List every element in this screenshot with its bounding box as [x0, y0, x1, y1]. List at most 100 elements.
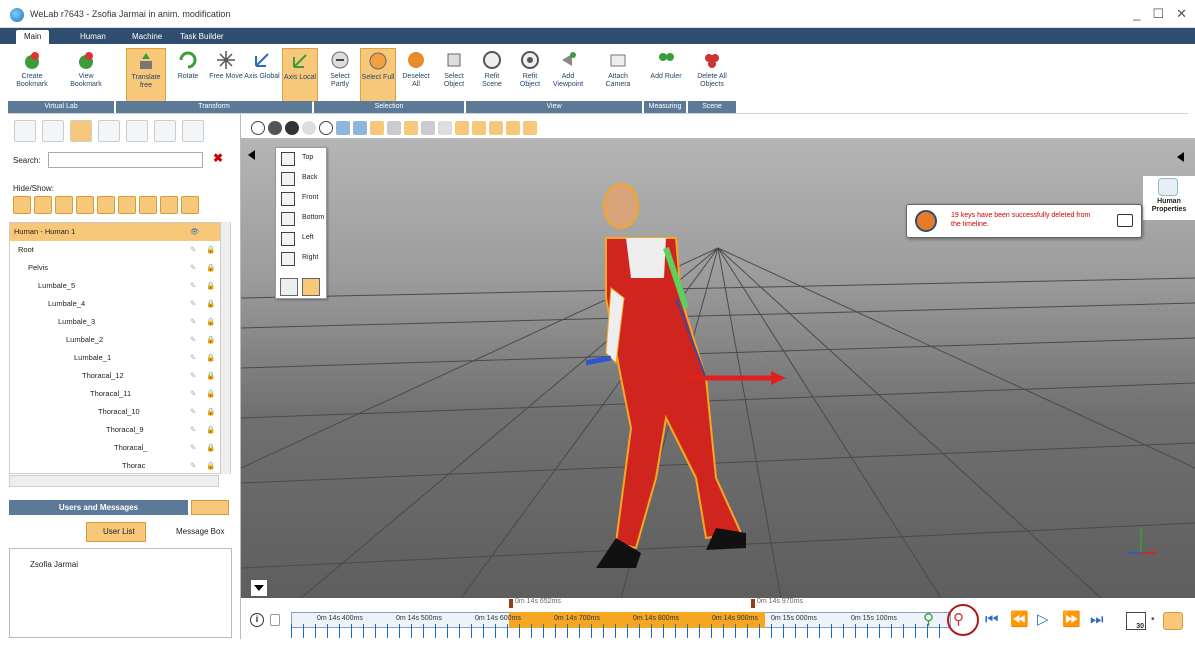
view-option-icon[interactable] — [472, 121, 486, 135]
next-key-icon[interactable]: ⏩ — [1062, 610, 1081, 630]
view-option-icon[interactable] — [404, 121, 418, 135]
tree-item[interactable]: Thoracal_10 ✎ 🔒 — [10, 403, 230, 421]
translate-free-button[interactable]: Translate free — [126, 48, 166, 102]
tab-task-builder[interactable]: Task Builder — [172, 30, 232, 44]
lock-icon[interactable]: 🔒 — [206, 259, 215, 277]
create-bookmark-button[interactable]: Create Bookmark — [14, 48, 50, 102]
list-view-icon[interactable] — [42, 120, 64, 142]
refit-object-button[interactable]: Refit Object — [512, 48, 548, 102]
go-to-end-icon[interactable]: ⏭ — [1090, 610, 1104, 630]
tool-toggle-icon[interactable] — [34, 196, 52, 214]
message-box-button[interactable]: Message Box — [158, 522, 224, 542]
lock-icon[interactable]: 🔒 — [206, 277, 215, 295]
fps-dropdown-icon[interactable]: • — [1151, 610, 1155, 630]
path-toggle-icon[interactable] — [160, 196, 178, 214]
fps-selector[interactable]: 30 — [1126, 612, 1146, 630]
tab-main[interactable]: Main — [16, 30, 50, 44]
view-option-icon[interactable] — [489, 121, 503, 135]
view-option-icon[interactable] — [506, 121, 520, 135]
users-dropdown-button[interactable] — [191, 500, 229, 515]
tree-horizontal-scrollbar[interactable] — [9, 475, 219, 487]
minimize-icon[interactable]: _ — [1133, 6, 1140, 22]
tree-item[interactable]: Pelvis ✎ 🔒 — [10, 259, 230, 277]
grid-icon[interactable] — [70, 120, 92, 142]
timeline-settings-icon[interactable] — [1163, 612, 1183, 630]
pin-icon[interactable]: ✎ — [190, 403, 196, 421]
user-list-button[interactable]: User List — [86, 522, 146, 542]
pin-icon[interactable]: ✎ — [190, 259, 196, 277]
tree-item[interactable]: Thorac ✎ 🔒 — [10, 457, 230, 473]
sort-za-icon[interactable] — [126, 120, 148, 142]
ruler-toggle-icon[interactable] — [118, 196, 136, 214]
lock-icon[interactable]: 🔒 — [206, 295, 215, 313]
camera-toggle-icon[interactable] — [181, 196, 199, 214]
tree-item[interactable]: Thoracal_ ✎ 🔒 — [10, 439, 230, 457]
add-ruler-button[interactable]: Add Ruler — [648, 48, 684, 102]
tree-item[interactable]: Root ✎ 🔒 — [10, 241, 230, 259]
lock-icon[interactable] — [270, 614, 280, 626]
pin-icon[interactable]: ✎ — [190, 295, 196, 313]
view-option-icon[interactable] — [370, 121, 384, 135]
view-option-icon[interactable] — [523, 121, 537, 135]
close-icon[interactable]: ✕ — [1176, 6, 1187, 22]
view-option-icon[interactable] — [387, 121, 401, 135]
tree-item[interactable]: Lumbale_5 ✎ 🔒 — [10, 277, 230, 295]
perspective-cube-icon[interactable] — [280, 278, 298, 296]
pin-icon[interactable]: ✎ — [190, 367, 196, 385]
expand-icon[interactable] — [182, 120, 204, 142]
lock-icon[interactable]: 🔒 — [206, 439, 215, 457]
info-icon[interactable]: i — [250, 613, 264, 627]
search-input[interactable] — [48, 152, 203, 168]
human-properties-button[interactable]: Human Properties — [1143, 176, 1195, 220]
pin-icon[interactable]: ✎ — [190, 313, 196, 331]
lock-icon[interactable]: 🔒 — [206, 457, 215, 473]
shading-full-icon[interactable] — [285, 121, 299, 135]
view-back-item[interactable]: Back — [276, 168, 326, 188]
viewpoint-toggle-icon[interactable] — [97, 196, 115, 214]
human-toggle-icon[interactable] — [13, 196, 31, 214]
axis-local-button[interactable]: Axis Local — [282, 48, 318, 102]
shading-outline-icon[interactable] — [319, 121, 333, 135]
visibility-icon[interactable]: 👁 — [190, 223, 200, 241]
tree-view-icon[interactable] — [14, 120, 36, 142]
pin-icon[interactable]: ✎ — [190, 349, 196, 367]
view-left-item[interactable]: Left — [276, 228, 326, 248]
shading-wire-icon[interactable] — [251, 121, 265, 135]
view-bottom-item[interactable]: Bottom — [276, 208, 326, 228]
go-to-start-icon[interactable]: ⏮ — [985, 610, 999, 630]
tree-item[interactable]: Thoracal_11 ✎ 🔒 — [10, 385, 230, 403]
timeline-marker-start[interactable]: 0m 14s 652ms — [509, 598, 561, 608]
add-viewpoint-button[interactable]: Add Viewpoint — [550, 48, 586, 102]
shading-light-icon[interactable] — [302, 121, 316, 135]
lock-icon[interactable]: 🔒 — [206, 313, 215, 331]
pin-icon[interactable]: ✎ — [190, 331, 196, 349]
view-option-icon[interactable] — [455, 121, 469, 135]
user-name[interactable]: Zsofia Jarmai — [30, 560, 78, 569]
pin-icon[interactable]: ✎ — [190, 241, 196, 259]
deselect-all-button[interactable]: Deselect All — [398, 48, 434, 102]
lock-icon[interactable]: 🔒 — [206, 367, 215, 385]
collapse-icon[interactable] — [154, 120, 176, 142]
previous-key-icon[interactable]: ⏪ — [1010, 610, 1029, 630]
tree-item[interactable]: Thoracal_12 ✎ 🔒 — [10, 367, 230, 385]
maximize-icon[interactable]: ☐ — [1152, 6, 1164, 22]
tree-scrollbar[interactable] — [220, 222, 230, 474]
tree-item[interactable]: Thoracal_9 ✎ 🔒 — [10, 421, 230, 439]
delete-all-objects-button[interactable]: Delete All Objects — [694, 48, 730, 102]
add-key-icon[interactable]: ⚲ — [923, 610, 934, 630]
shading-solid-icon[interactable] — [268, 121, 282, 135]
view-bookmark-button[interactable]: View Bookmark — [68, 48, 104, 102]
view-right-item[interactable]: Right — [276, 248, 326, 268]
lock-icon[interactable]: 🔒 — [206, 403, 215, 421]
delete-key-icon[interactable]: ⚲ — [953, 610, 964, 630]
attach-camera-button[interactable]: Attach Camera — [600, 48, 636, 102]
object-toggle-icon[interactable] — [55, 196, 73, 214]
pin-icon[interactable]: ✎ — [190, 457, 196, 473]
dismiss-notification-icon[interactable] — [1117, 214, 1133, 227]
pin-icon[interactable]: ✎ — [190, 439, 196, 457]
select-full-button[interactable]: Select Full — [360, 48, 396, 102]
view-top-item[interactable]: Top — [276, 148, 326, 168]
select-object-button[interactable]: Select Object — [436, 48, 472, 102]
tab-human[interactable]: Human — [72, 30, 114, 44]
free-move-button[interactable]: Free Move — [208, 48, 244, 102]
